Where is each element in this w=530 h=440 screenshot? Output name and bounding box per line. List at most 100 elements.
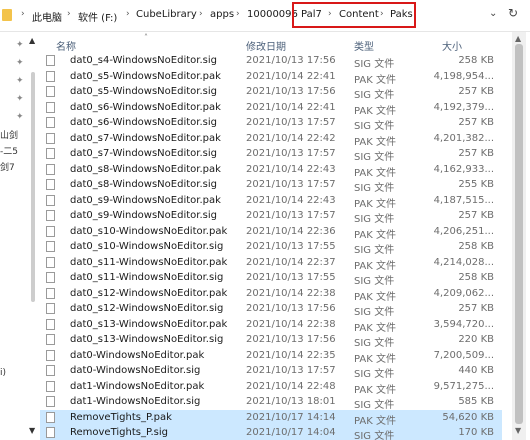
nav-item-label[interactable]: i) — [0, 368, 6, 378]
file-date: 2021/10/13 17:56 — [246, 86, 336, 97]
file-row[interactable]: dat0_s10-WindowsNoEditor.sig 2021/10/13 1… — [40, 239, 502, 256]
file-size: 4,209,062... — [433, 287, 494, 299]
file-row[interactable]: RemoveTights_P.sig 2021/10/17 14:04 SIG 文件… — [40, 425, 502, 440]
address-bar[interactable]: › 此电脑 › 软件 (F:) › CubeLibrary › apps › 1… — [0, 0, 530, 32]
file-date: 2021/10/14 22:42 — [246, 132, 336, 144]
file-size: 258 KB — [458, 55, 494, 66]
file-row[interactable]: dat0_s4-WindowsNoEditor.sig 2021/10/13 17… — [40, 53, 502, 70]
file-size: 4,198,954... — [433, 70, 494, 82]
file-name: dat0_s13-WindowsNoEditor.pak — [70, 318, 228, 330]
file-row[interactable]: dat0_s7-WindowsNoEditor.sig 2021/10/13 17… — [40, 146, 502, 163]
file-size: 4,162,933... — [433, 163, 494, 175]
file-date: 2021/10/13 17:56 — [246, 55, 336, 66]
breadcrumb-this-pc[interactable]: 此电脑 — [32, 9, 62, 24]
file-row[interactable]: dat0_s5-WindowsNoEditor.pak 2021/10/14 22… — [40, 69, 502, 86]
chevron-right-icon[interactable]: › — [67, 9, 71, 19]
file-row[interactable]: dat0_s12-WindowsNoEditor.sig 2021/10/13 1… — [40, 301, 502, 318]
file-name: dat0_s7-WindowsNoEditor.sig — [70, 148, 217, 159]
file-row[interactable]: dat0_s8-WindowsNoEditor.sig 2021/10/13 17… — [40, 177, 502, 194]
file-date: 2021/10/13 17:57 — [246, 117, 336, 128]
file-icon — [46, 225, 55, 237]
file-name: dat0_s4-WindowsNoEditor.sig — [70, 55, 217, 66]
file-icon — [46, 349, 55, 361]
file-icon — [46, 411, 55, 423]
file-size: 257 KB — [458, 303, 494, 314]
file-date: 2021/10/14 22:43 — [246, 163, 336, 175]
chevron-right-icon[interactable]: › — [199, 9, 203, 19]
column-size[interactable]: 大小 — [442, 38, 462, 53]
file-row[interactable]: dat0_s13-WindowsNoEditor.sig 2021/10/13 1… — [40, 332, 502, 349]
column-type[interactable]: 类型 — [354, 38, 374, 53]
file-icon — [46, 380, 55, 392]
file-size: 4,214,028... — [433, 256, 494, 268]
file-row[interactable]: dat0_s11-WindowsNoEditor.pak 2021/10/14 2… — [40, 255, 502, 272]
nav-item-label[interactable]: 山剑 — [0, 128, 18, 141]
refresh-icon[interactable]: ↻ — [508, 6, 518, 20]
file-row[interactable]: dat0_s13-WindowsNoEditor.pak 2021/10/14 2… — [40, 317, 502, 334]
file-row[interactable]: dat0_s9-WindowsNoEditor.sig 2021/10/13 17… — [40, 208, 502, 225]
file-name: dat0_s7-WindowsNoEditor.pak — [70, 132, 221, 144]
breadcrumb-drive-f[interactable]: 软件 (F:) — [78, 9, 117, 24]
file-row[interactable]: dat0_s8-WindowsNoEditor.pak 2021/10/14 22… — [40, 162, 502, 179]
file-icon — [46, 132, 55, 144]
scroll-down-icon[interactable]: ▼ — [29, 426, 35, 435]
file-size: 9,571,275... — [433, 380, 494, 392]
file-row[interactable]: dat0_s9-WindowsNoEditor.pak 2021/10/14 22… — [40, 193, 502, 210]
file-date: 2021/10/13 18:01 — [246, 396, 336, 407]
file-icon — [46, 101, 55, 113]
file-size: 3,594,720... — [433, 318, 494, 330]
file-name: dat0_s6-WindowsNoEditor.sig — [70, 117, 217, 128]
file-icon — [46, 427, 55, 438]
file-row[interactable]: dat0_s5-WindowsNoEditor.sig 2021/10/13 17… — [40, 84, 502, 101]
vertical-scrollbar[interactable]: ▲ ▼ — [512, 32, 526, 440]
nav-item-label[interactable]: 剑7 — [0, 160, 15, 173]
breadcrumb-cubelibrary[interactable]: CubeLibrary — [136, 9, 197, 20]
file-row[interactable]: dat1-WindowsNoEditor.sig 2021/10/13 18:01… — [40, 394, 502, 411]
navigation-pane[interactable]: ▲ ✦ ✦ ✦ ✦ ✦ 山剑 -二5 剑7 i) ▼ — [0, 32, 38, 440]
file-icon — [46, 272, 55, 283]
file-date: 2021/10/14 22:43 — [246, 194, 336, 206]
scroll-up-icon[interactable]: ▲ — [29, 36, 35, 45]
chevron-right-icon[interactable]: › — [236, 9, 240, 19]
file-size: 255 KB — [458, 179, 494, 190]
scroll-down-icon[interactable]: ▼ — [515, 426, 521, 435]
file-row[interactable]: dat0_s12-WindowsNoEditor.pak 2021/10/14 2… — [40, 286, 502, 303]
scrollbar-thumb[interactable] — [515, 44, 523, 424]
chevron-down-icon[interactable]: ⌄ — [489, 8, 497, 19]
file-row[interactable]: dat0_s11-WindowsNoEditor.sig 2021/10/13 1… — [40, 270, 502, 287]
file-size: 257 KB — [458, 210, 494, 221]
file-size: 7,200,509... — [433, 349, 494, 361]
file-row[interactable]: dat0_s7-WindowsNoEditor.pak 2021/10/14 22… — [40, 131, 502, 148]
file-date: 2021/10/13 17:57 — [246, 210, 336, 221]
file-row[interactable]: dat0_s10-WindowsNoEditor.pak 2021/10/14 2… — [40, 224, 502, 241]
file-name: RemoveTights_P.sig — [70, 427, 168, 438]
nav-item-label[interactable]: -二5 — [0, 144, 18, 157]
column-name[interactable]: 名称 — [56, 38, 76, 53]
file-date: 2021/10/14 22:38 — [246, 287, 336, 299]
breadcrumb-10000096[interactable]: 10000096 — [247, 9, 298, 20]
breadcrumb-apps[interactable]: apps — [210, 9, 234, 20]
file-size: 440 KB — [458, 365, 494, 376]
file-row[interactable]: dat0-WindowsNoEditor.sig 2021/10/13 17:57… — [40, 363, 502, 380]
file-row[interactable]: RemoveTights_P.pak 2021/10/17 14:14 PAK 文件… — [40, 409, 502, 427]
file-icon — [46, 210, 55, 221]
file-row[interactable]: dat0-WindowsNoEditor.pak 2021/10/14 22:35… — [40, 348, 502, 365]
pin-icon: ✦ — [16, 112, 24, 122]
file-icon — [46, 256, 55, 268]
column-date[interactable]: 修改日期 — [246, 38, 286, 53]
file-row[interactable]: dat0_s6-WindowsNoEditor.pak 2021/10/14 22… — [40, 100, 502, 117]
file-size: 170 KB — [458, 427, 494, 438]
file-icon — [46, 117, 55, 128]
file-icon — [46, 365, 55, 376]
file-name: dat0_s10-WindowsNoEditor.sig — [70, 241, 224, 252]
file-row[interactable]: dat0_s6-WindowsNoEditor.sig 2021/10/13 17… — [40, 115, 502, 132]
chevron-right-icon[interactable]: › — [126, 9, 130, 19]
scroll-up-icon[interactable]: ▲ — [515, 34, 521, 43]
sort-ascending-icon: ˄ — [144, 33, 148, 42]
file-icon — [46, 318, 55, 330]
file-icon — [46, 55, 55, 66]
file-row[interactable]: dat1-WindowsNoEditor.pak 2021/10/14 22:48… — [40, 379, 502, 396]
chevron-right-icon[interactable]: › — [21, 9, 25, 19]
nav-scrollbar[interactable] — [31, 72, 35, 302]
file-icon — [46, 396, 55, 407]
